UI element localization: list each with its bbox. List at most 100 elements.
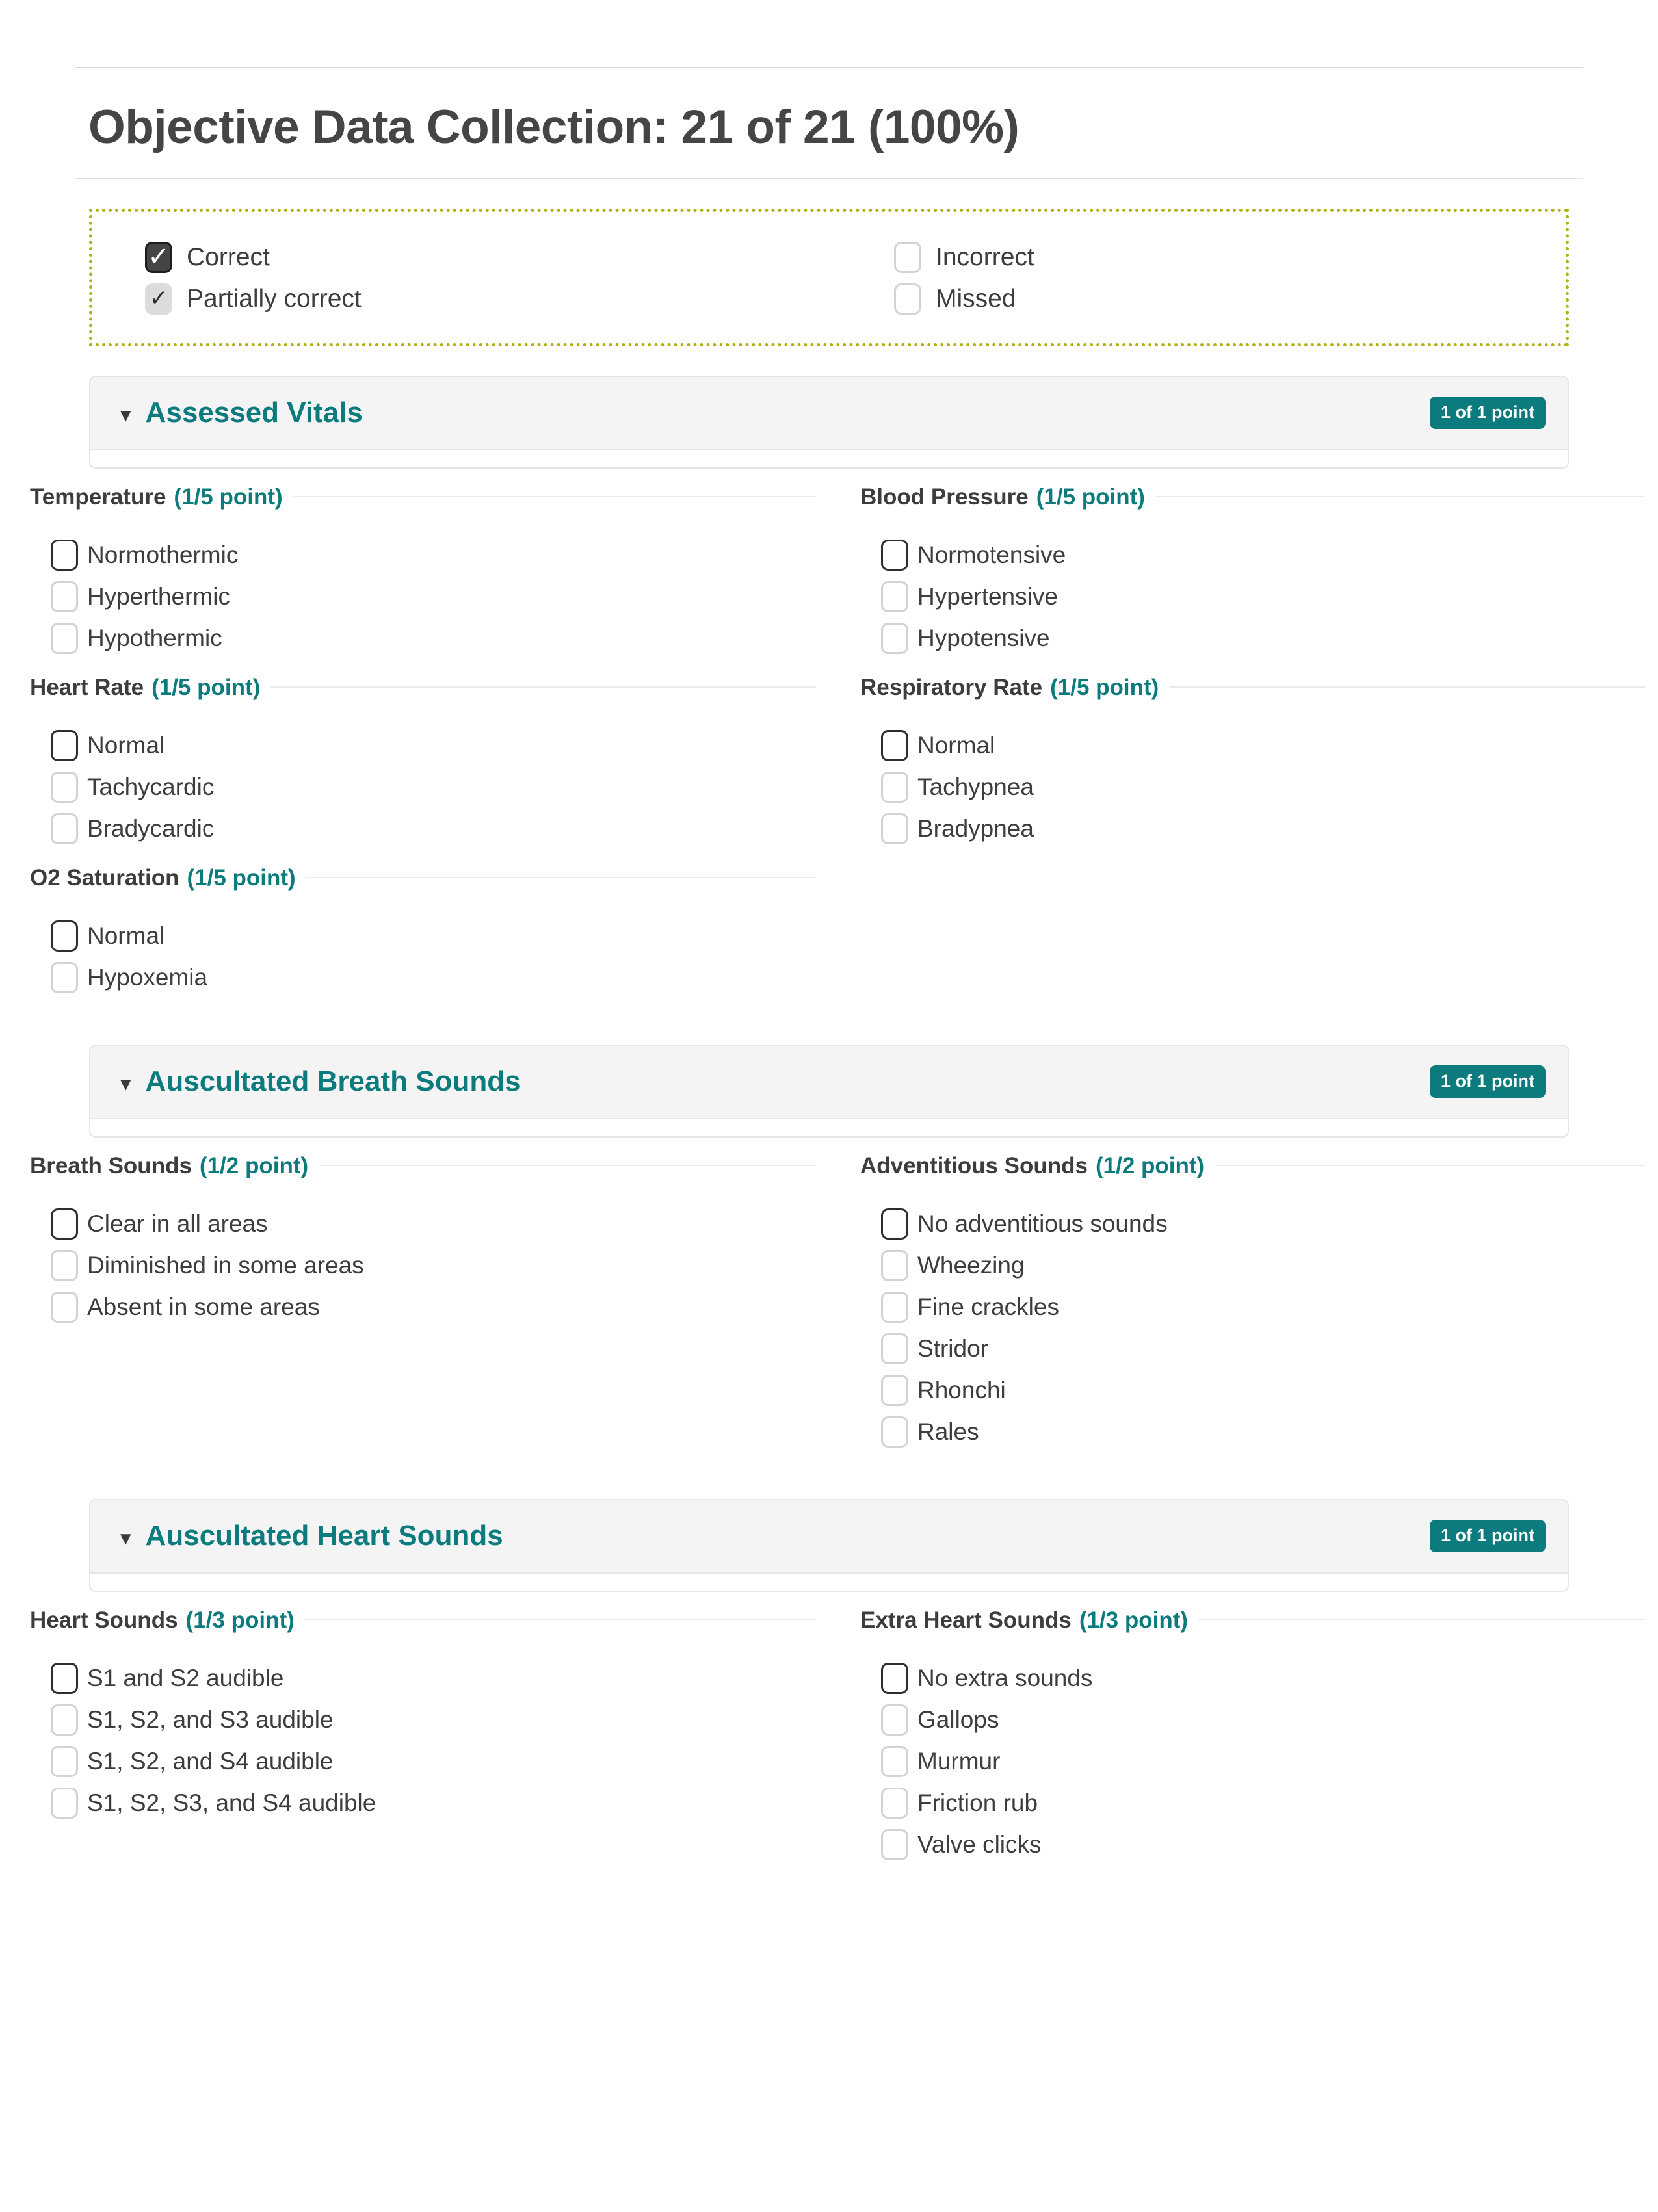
option-label: Bradypnea [917,815,1034,842]
option-row[interactable]: Diminished in some areas [51,1245,816,1286]
option-row[interactable]: Gallops [881,1699,1645,1741]
option-group-points: (1/2 point) [199,1152,309,1178]
checkbox-empty-icon[interactable] [881,1828,908,1860]
option-label: Hypoxemia [87,964,208,991]
option-row[interactable]: Wheezing [881,1245,1645,1286]
option-list: Normal Hypoxemia [30,901,816,998]
checkbox-empty-icon[interactable] [51,1704,78,1736]
checkbox-empty-icon[interactable] [881,1416,908,1448]
checkbox-empty-icon[interactable] [881,1374,908,1406]
checkbox-empty-icon[interactable] [51,622,78,654]
option-label: Tachycardic [87,774,215,801]
group-divider [306,877,816,879]
checkbox-empty-icon[interactable] [51,729,78,761]
option-row[interactable]: No extra sounds [881,1658,1645,1699]
checkbox-empty-icon[interactable] [881,1208,908,1240]
option-row[interactable]: S1, S2, and S4 audible [51,1741,816,1782]
legend-label: Missed [936,285,1016,313]
option-row[interactable]: Murmur [881,1741,1645,1782]
option-row[interactable]: Rhonchi [881,1370,1645,1411]
checkbox-empty-icon[interactable] [881,1787,908,1819]
option-group-name: Adventitious Sounds [860,1152,1088,1178]
checkbox-empty-icon[interactable] [881,1291,908,1323]
option-row[interactable]: Friction rub [881,1782,1645,1824]
checkbox-empty-icon[interactable] [881,729,908,761]
option-row[interactable]: S1, S2, and S3 audible [51,1699,816,1741]
chevron-down-icon[interactable]: ▾ [120,1527,131,1548]
checkbox-empty-icon[interactable] [881,580,908,612]
group-divider [293,496,816,498]
option-group-header: O2 Saturation (1/5 point) [30,866,816,889]
option-row[interactable]: S1 and S2 audible [51,1658,816,1699]
option-row[interactable]: Normal [881,725,1645,766]
checkbox-empty-icon[interactable] [51,961,78,993]
option-list: Clear in all areas Diminished in some are… [30,1189,816,1328]
option-row[interactable]: No adventitious sounds [881,1203,1645,1245]
checkbox-empty-icon[interactable] [51,1745,78,1777]
option-row[interactable]: Bradypnea [881,808,1645,850]
option-row[interactable]: Hypoxemia [51,957,816,998]
checkbox-empty-icon[interactable] [881,1704,908,1736]
objective-data-collection-page: Objective Data Collection: 21 of 21 (100… [0,67,1658,2212]
option-group-header: Adventitious Sounds (1/2 point) [860,1154,1645,1177]
option-row[interactable]: Fine crackles [881,1286,1645,1328]
legend-label: Partially correct [187,285,362,313]
option-label: Bradycardic [87,815,215,842]
section-panel: ▾ Assessed Vitals 1 of 1 point [89,375,1569,469]
checkbox-empty-icon[interactable] [881,771,908,803]
checkbox-empty-icon[interactable] [51,1291,78,1323]
option-row[interactable]: Rales [881,1411,1645,1453]
section: ▾ Assessed Vitals 1 of 1 point Temperature (… [0,375,1658,1015]
option-row[interactable]: Hypothermic [51,618,816,659]
checkbox-empty-icon[interactable] [51,771,78,803]
checkbox-empty-icon[interactable] [51,813,78,844]
legend-item-incorrect: Incorrect [894,237,1566,278]
checkbox-empty-icon[interactable] [51,1208,78,1240]
option-row[interactable]: Hypotensive [881,618,1645,659]
option-row[interactable]: Hyperthermic [51,576,816,618]
checkbox-empty-icon[interactable] [881,813,908,844]
option-row[interactable]: S1, S2, S3, and S4 audible [51,1782,816,1824]
checkbox-empty-icon[interactable] [51,1249,78,1281]
option-group-name: Extra Heart Sounds [860,1607,1072,1633]
option-label: Normotensive [917,541,1066,569]
checkbox-empty-icon[interactable] [51,1662,78,1694]
chevron-down-icon[interactable]: ▾ [120,404,131,425]
option-row[interactable]: Absent in some areas [51,1286,816,1328]
option-row[interactable]: Clear in all areas [51,1203,816,1245]
option-group: Adventitious Sounds (1/2 point) No adventi… [829,1154,1658,1453]
option-label: Hypertensive [917,583,1058,610]
option-row[interactable]: Normal [51,915,816,957]
option-row[interactable]: Bradycardic [51,808,816,850]
chevron-down-icon[interactable]: ▾ [120,1073,131,1094]
option-label: Stridor [917,1335,988,1362]
checkbox-empty-icon[interactable] [881,1662,908,1694]
group-divider [1198,1619,1645,1621]
checkbox-empty-icon[interactable] [51,920,78,952]
checkbox-empty-icon[interactable] [881,622,908,654]
option-row[interactable]: Normothermic [51,534,816,576]
option-row[interactable]: Normal [51,725,816,766]
checkbox-empty-icon[interactable] [51,1787,78,1819]
section-header[interactable]: ▾ Auscultated Breath Sounds 1 of 1 point [89,1044,1569,1119]
option-row[interactable]: Valve clicks [881,1824,1645,1866]
checkbox-empty-icon[interactable] [881,1249,908,1281]
checkbox-empty-icon[interactable] [881,1333,908,1364]
checkbox-empty-icon[interactable] [881,1745,908,1777]
section-body [89,1119,1569,1138]
option-row[interactable]: Normotensive [881,534,1645,576]
section-header[interactable]: ▾ Auscultated Heart Sounds 1 of 1 point [89,1498,1569,1574]
option-group: Breath Sounds (1/2 point) Clear in all are… [0,1154,829,1453]
checkbox-empty-icon[interactable] [51,539,78,571]
legend-column-right: Incorrect Missed [829,237,1566,320]
checkbox-empty-icon[interactable] [881,539,908,571]
group-divider [304,1619,816,1621]
checkbox-empty-icon[interactable] [51,580,78,612]
option-row[interactable]: Tachypnea [881,766,1645,808]
group-divider [270,686,816,688]
option-row[interactable]: Tachycardic [51,766,816,808]
option-row[interactable]: Hypertensive [881,576,1645,618]
option-row[interactable]: Stridor [881,1328,1645,1370]
section-header[interactable]: ▾ Assessed Vitals 1 of 1 point [89,375,1569,450]
section-body [89,450,1569,469]
